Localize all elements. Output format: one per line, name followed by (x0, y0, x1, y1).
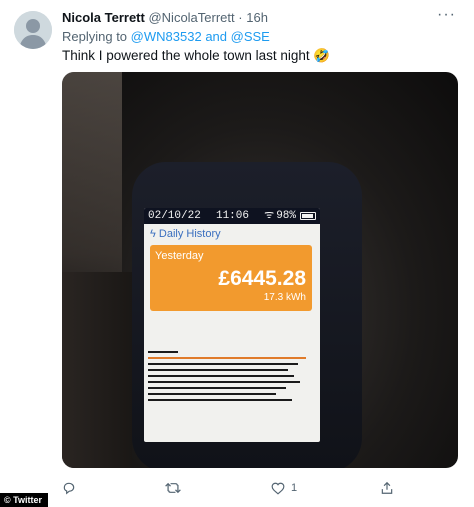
lightning-icon: ϟ (150, 228, 156, 240)
share-button[interactable] (380, 478, 394, 498)
meter-battery: ᯤ 98% (264, 208, 316, 224)
tweet-photo[interactable]: 02/10/22 11:06 ᯤ 98% ϟ Daily History Yes… (62, 72, 458, 468)
meter-clock: 11:06 (215, 210, 249, 222)
meter-title-text: Daily History (158, 228, 221, 240)
separator-dot: · (238, 10, 243, 25)
default-avatar-icon (14, 11, 52, 49)
replying-to: Replying to @WN83532 and @SSE (62, 29, 270, 45)
cost-amount: £6445.28 (218, 267, 306, 290)
meter-status-bar: 02/10/22 11:06 ᯤ 98% (144, 208, 320, 224)
usage-bar (148, 381, 300, 383)
usage-bar (148, 357, 306, 359)
share-icon (381, 481, 393, 494)
tweet-text: Think I powered the whole town last nigh… (62, 48, 331, 63)
like-icon (271, 482, 285, 495)
usage-bars (144, 351, 320, 421)
cost-card-label: Yesterday (155, 250, 204, 262)
tweet-actions: 1 (62, 478, 458, 498)
battery-level: 98% (276, 210, 296, 222)
avatar[interactable] (14, 11, 52, 49)
like-count: 1 (291, 482, 298, 494)
usage-bar (148, 399, 292, 401)
retweet-button[interactable] (165, 478, 181, 498)
mention-link[interactable]: @SSE (231, 29, 270, 44)
more-icon[interactable]: ··· (437, 6, 456, 24)
usage-bar (148, 363, 298, 365)
tweet-time[interactable]: 16h (246, 10, 268, 25)
cost-card: Yesterday £6445.28 17.3 kWh (150, 245, 312, 311)
usage-bar (148, 369, 288, 371)
usage-bar (148, 393, 276, 395)
meter-date: 02/10/22 (148, 210, 201, 222)
usage-bar (148, 375, 294, 377)
reply-button[interactable] (62, 478, 76, 498)
replying-to-label: Replying to (62, 29, 128, 44)
retweet-icon (165, 482, 181, 494)
author-handle[interactable]: @NicolaTerrett (148, 10, 234, 25)
energy-usage: 17.3 kWh (263, 292, 306, 303)
meter-screen-title: ϟ Daily History (144, 224, 320, 242)
signal-icon: ᯤ (264, 210, 275, 222)
like-button[interactable]: 1 (271, 478, 297, 498)
tweet-header: Nicola Terrett @NicolaTerrett · 16h (62, 10, 268, 26)
image-credit: © Twitter (0, 493, 48, 507)
photo-hand (62, 272, 132, 468)
author-name[interactable]: Nicola Terrett (62, 10, 145, 25)
usage-bar (148, 387, 286, 389)
battery-icon (300, 212, 316, 220)
usage-bar (148, 351, 178, 353)
mention-link[interactable]: @WN83532 (131, 29, 202, 44)
tweet: Nicola Terrett @NicolaTerrett · 16h ··· … (0, 0, 474, 507)
mention-joiner[interactable]: and (205, 29, 227, 44)
reply-icon (63, 482, 75, 495)
smart-meter-screen: 02/10/22 11:06 ᯤ 98% ϟ Daily History Yes… (144, 208, 320, 442)
